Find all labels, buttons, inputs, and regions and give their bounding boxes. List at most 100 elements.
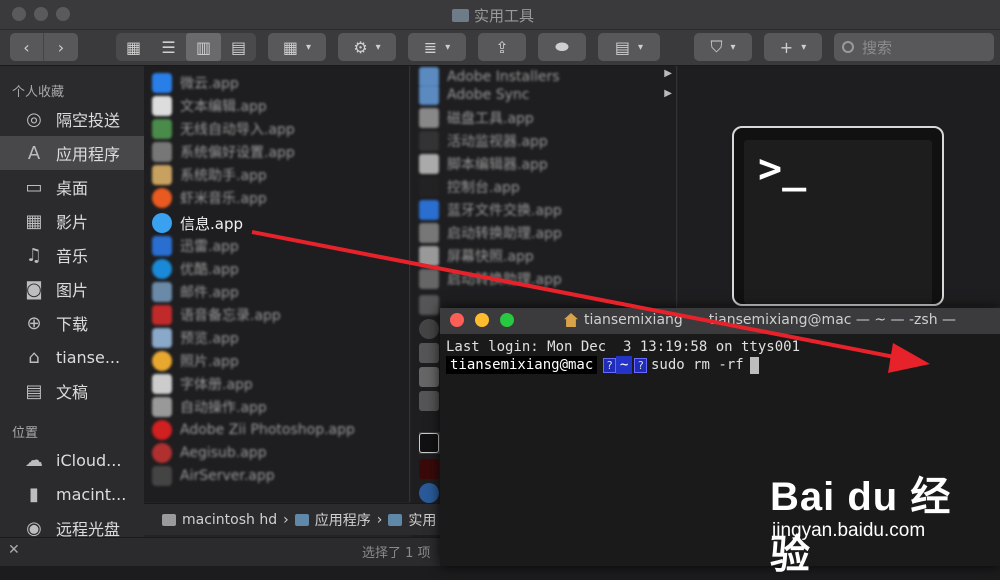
gallery-icon: ▤	[230, 37, 247, 57]
sidebar-item-macintosh[interactable]: ▮ macint...	[0, 477, 144, 511]
arrange-icon: ≣	[423, 37, 438, 57]
list-item[interactable]: Aegisub.app	[152, 442, 267, 464]
group-button[interactable]: ▦ ▾	[268, 33, 326, 61]
list-item[interactable]: 屏幕快照.app	[419, 245, 534, 267]
status-bar: ✕ 选择了 1 项	[0, 537, 440, 566]
app-icon	[152, 73, 172, 93]
close-window-button[interactable]	[12, 7, 26, 21]
app-icon	[152, 282, 172, 302]
app-icon	[419, 391, 439, 411]
file-name: 文本编辑.app	[180, 99, 267, 115]
share-icon: ⇪	[495, 37, 509, 57]
list-item[interactable]: 文本编辑.app	[152, 95, 267, 117]
list-item[interactable]: 邮件.app	[152, 281, 239, 303]
app-icon	[152, 374, 172, 394]
action-button[interactable]: ⚙ ▾	[338, 33, 396, 61]
app-icon	[419, 200, 439, 220]
path-segment[interactable]: macintosh hd	[182, 512, 277, 528]
list-item[interactable]: 迅雷.app	[152, 235, 239, 257]
disclosure-arrow-icon: ▶	[664, 88, 672, 99]
list-item[interactable]: 磁盘工具.app	[419, 107, 534, 129]
path-segment[interactable]: 应用程序	[315, 510, 371, 530]
chevron-down-icon: ▾	[445, 41, 451, 53]
zoom-window-button[interactable]	[56, 7, 70, 21]
gallery-view-button[interactable]: ▤	[221, 33, 256, 61]
terminal-minimize-button[interactable]	[475, 313, 489, 327]
sidebar-item-movies[interactable]: ▦ 影片	[0, 204, 144, 238]
list-item[interactable]: 系统偏好设置.app	[152, 141, 295, 163]
sidebar-item-applications[interactable]: A 应用程序	[0, 136, 144, 170]
sidebar-item-pictures[interactable]: ◙ 图片	[0, 272, 144, 306]
app-icon	[152, 397, 172, 417]
sidebar-item-icloud[interactable]: ☁ iCloud...	[0, 443, 144, 477]
list-item[interactable]: 优酷.app	[152, 258, 239, 280]
list-item[interactable]: 虾米音乐.app	[152, 187, 267, 209]
terminal-zoom-button[interactable]	[500, 313, 514, 327]
share-button[interactable]: ⇪	[478, 33, 526, 61]
terminal-close-button[interactable]	[450, 313, 464, 327]
list-item[interactable]: 活动监视器.app	[419, 130, 548, 152]
file-name: 语音备忘录.app	[180, 308, 281, 324]
list-item[interactable]: 控制台.app	[419, 176, 520, 198]
wifi-icon	[419, 483, 439, 503]
list-item[interactable]: 无线自动导入.app	[152, 118, 295, 140]
list-item[interactable]: 蓝牙文件交换.app	[419, 199, 562, 221]
sidebar-item-desktop[interactable]: ▭ 桌面	[0, 170, 144, 204]
downloads-icon: ⊕	[26, 312, 42, 334]
sidebar-item-music[interactable]: ♫ 音乐	[0, 238, 144, 272]
movies-icon: ▦	[25, 210, 43, 232]
arrange-button[interactable]: ≣ ▾	[408, 33, 466, 61]
terminal-prompt-glyph: >_	[758, 146, 807, 192]
archive-button[interactable]: ⛉ ▾	[694, 33, 752, 61]
list-item[interactable]: 启动转换助理.app	[419, 222, 562, 244]
list-item[interactable]: AirServer.app	[152, 465, 275, 487]
terminal-output[interactable]: Last login: Mon Dec 3 13:19:58 on ttys00…	[446, 338, 800, 374]
list-item[interactable]: 微云.app	[152, 72, 239, 94]
list-item[interactable]: Adobe Sync	[419, 84, 675, 106]
group-grid-icon: ▦	[282, 37, 299, 57]
list-item[interactable]: 字体册.app	[152, 373, 253, 395]
file-name: Adobe Zii Photoshop.app	[180, 422, 355, 438]
list-item[interactable]: Adobe Zii Photoshop.app	[152, 419, 355, 441]
forward-button[interactable]: ›	[44, 33, 78, 61]
new-item-button[interactable]: + ▾	[764, 33, 822, 61]
sidebar-item-documents[interactable]: ▤ 文稿	[0, 374, 144, 408]
column-view-button[interactable]: ▥	[186, 33, 221, 61]
app-icon	[152, 119, 172, 139]
list-item[interactable]: 脚本编辑器.app	[419, 153, 548, 175]
search-input[interactable]: 搜索	[834, 33, 994, 61]
disk-icon: ▮	[29, 483, 39, 505]
file-name: 启动转换助理.app	[447, 226, 562, 242]
list-item[interactable]: 自动操作.app	[152, 396, 267, 418]
sidebar-item-home[interactable]: ⌂ tianse...	[0, 340, 144, 374]
grid-icon: ▦	[125, 37, 142, 57]
last-login-line: Last login: Mon Dec 3 13:19:58 on ttys00…	[446, 339, 801, 355]
minimize-window-button[interactable]	[34, 7, 48, 21]
sidebar-item-downloads[interactable]: ⊕ 下载	[0, 306, 144, 340]
app-icon	[419, 269, 439, 289]
list-item[interactable]: 语音备忘录.app	[152, 304, 281, 326]
search-placeholder: 搜索	[862, 38, 893, 57]
sidebar-item-airdrop[interactable]: ◎ 隔空投送	[0, 102, 144, 136]
list-item[interactable]: 预览.app	[152, 327, 239, 349]
chevron-down-icon: ▾	[638, 41, 644, 53]
icon-view-button[interactable]: ▦	[116, 33, 151, 61]
back-button[interactable]: ‹	[10, 33, 44, 61]
app-icon	[152, 96, 172, 116]
messages-icon	[152, 213, 172, 233]
terminal-title-path: tiansemixiang@mac — ~ — -zsh —	[708, 312, 957, 328]
view-mode-control: ▦ ☰ ▥ ▤	[116, 33, 256, 61]
file-name: 脚本编辑器.app	[447, 157, 548, 173]
sidebar-toggle-icon[interactable]: ✕	[8, 542, 20, 558]
list-item[interactable]: 照片.app	[152, 350, 239, 372]
list-item[interactable]: 启动转换助理.app	[419, 268, 562, 290]
prompt-glyph-placeholder: ?	[634, 357, 647, 373]
document-button[interactable]: ▤ ▾	[598, 33, 660, 61]
list-item[interactable]: 系统助手.app	[152, 164, 267, 186]
finder-titlebar: 实用工具	[0, 0, 1000, 30]
list-item-messages[interactable]: 信息.app	[152, 212, 243, 234]
file-name: 优酷.app	[180, 262, 239, 278]
tags-button[interactable]: ⬬	[538, 33, 586, 61]
list-view-button[interactable]: ☰	[151, 33, 186, 61]
path-segment[interactable]: 实用	[408, 510, 436, 530]
